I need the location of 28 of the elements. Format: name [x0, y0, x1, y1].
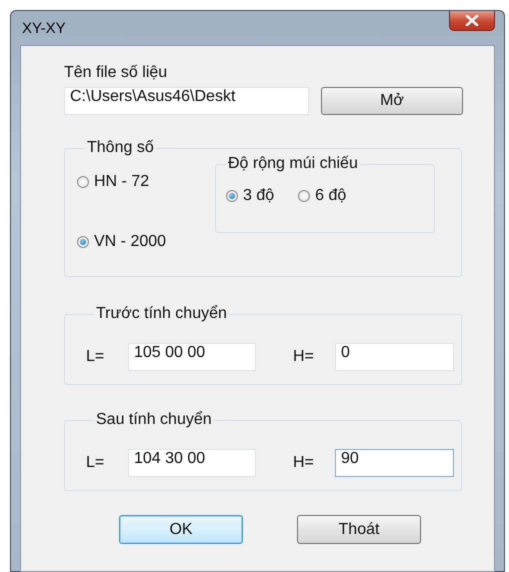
input-field[interactable]: 105 00 00	[128, 342, 256, 370]
open-button[interactable]: Mở	[321, 87, 463, 115]
field-label: L=	[86, 454, 106, 472]
radio-option[interactable]: HN - 72	[77, 173, 215, 191]
group-title: Thông số	[86, 139, 155, 157]
window-title: XY-XY	[21, 20, 66, 36]
field-label: L=	[86, 348, 106, 366]
group-title: Sau tính chuyển	[95, 411, 213, 429]
close-button[interactable]	[449, 11, 495, 31]
radio-button[interactable]	[298, 190, 310, 202]
field-label: Tên file số liệu	[64, 64, 168, 82]
radio-button[interactable]	[77, 176, 89, 188]
file-path-field[interactable]: C:\Users\Asus46\Deskt	[64, 87, 309, 115]
close-icon	[465, 15, 479, 26]
field-label: H=	[293, 348, 315, 366]
input-field[interactable]: 90	[335, 448, 454, 476]
field-label: H=	[293, 454, 315, 472]
radio-button[interactable]	[77, 236, 89, 248]
radio-option[interactable]: 6 độ	[298, 187, 346, 205]
input-field[interactable]: 104 30 00	[128, 448, 256, 476]
radio-option[interactable]: VN - 2000	[77, 233, 215, 251]
radio-option[interactable]: 3 độ	[226, 187, 274, 205]
ok-button[interactable]: OK	[119, 515, 243, 544]
radio-button[interactable]	[226, 190, 238, 202]
exit-button[interactable]: Thoát	[297, 515, 421, 544]
group-title: Độ rộng múi chiếu	[227, 155, 359, 173]
group-title: Trước tính chuyển	[95, 305, 228, 323]
input-field[interactable]: 0	[335, 342, 454, 370]
